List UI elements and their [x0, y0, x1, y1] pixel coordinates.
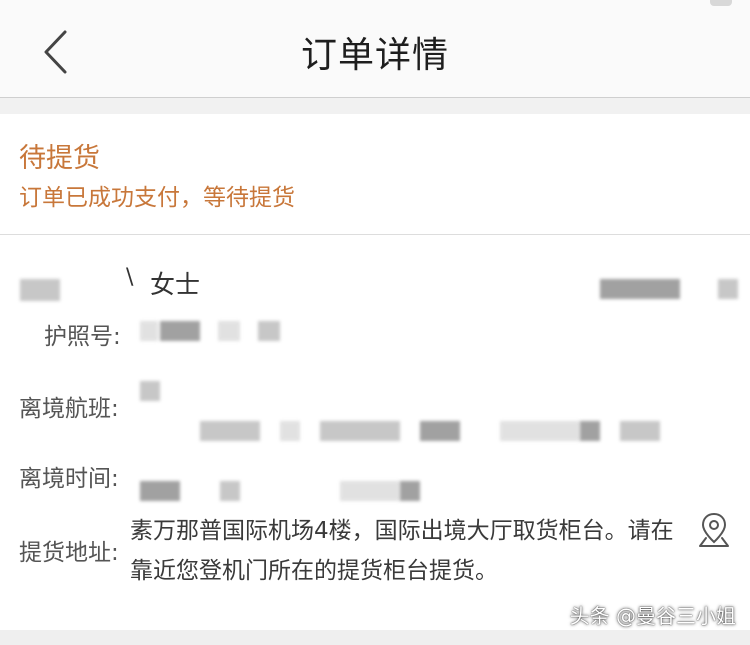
flight-label: 离境航班:: [19, 396, 119, 422]
status-title: 待提货: [19, 143, 100, 174]
order-info-section: \ 女士 护照号: 离境航班: 离境时间: 提货地址: 素万那普国际机场4楼，国…: [0, 235, 750, 630]
redacted-flight-5: [420, 421, 460, 441]
map-pin-icon[interactable]: [694, 510, 734, 550]
bottom-divider: [0, 630, 750, 645]
departure-time-label: 离境时间:: [19, 466, 119, 492]
redacted-flight-7: [580, 421, 600, 441]
redacted-flight-2: [200, 421, 260, 441]
redacted-flight-6: [500, 421, 580, 441]
pickup-address-label: 提货地址:: [19, 540, 119, 566]
redacted-time-3: [340, 481, 400, 501]
page-title: 订单详情: [300, 35, 449, 76]
order-detail-screen: 订单详情 待提货 订单已成功支付，等待提货 \ 女士 护照号: 离境航班: 离境…: [0, 0, 750, 645]
redacted-time-1: [140, 481, 180, 501]
status-description: 订单已成功支付，等待提货: [19, 185, 295, 211]
redacted-flight-4: [320, 421, 400, 441]
redacted-passport-2: [160, 321, 200, 341]
redacted-flight-3: [280, 421, 300, 441]
status-indicator: [710, 0, 732, 6]
watermark: 头条 @曼谷三小姐: [569, 604, 736, 628]
section-divider: [0, 98, 750, 114]
customer-name-suffix: 女士: [150, 270, 201, 299]
redacted-passport-1: [140, 321, 158, 341]
redacted-name: [20, 279, 60, 301]
order-status-section: 待提货 订单已成功支付，等待提货: [0, 114, 750, 235]
redacted-time-2: [220, 481, 240, 501]
redacted-flight-1: [140, 381, 160, 401]
pickup-address-value: 素万那普国际机场4楼，国际出境大厅取货柜台。请在靠近您登机门所在的提货柜台提货。: [130, 518, 674, 584]
navigation-bar: 订单详情: [0, 0, 750, 98]
redacted-phone-tail: [718, 279, 738, 299]
redacted-time-4: [400, 481, 420, 501]
name-prefix-fragment: \: [126, 265, 134, 290]
redacted-phone: [600, 279, 680, 299]
redacted-passport-3: [218, 321, 240, 341]
redacted-passport-4: [258, 321, 280, 341]
redacted-flight-8: [620, 421, 660, 441]
passport-label: 护照号:: [44, 324, 121, 350]
